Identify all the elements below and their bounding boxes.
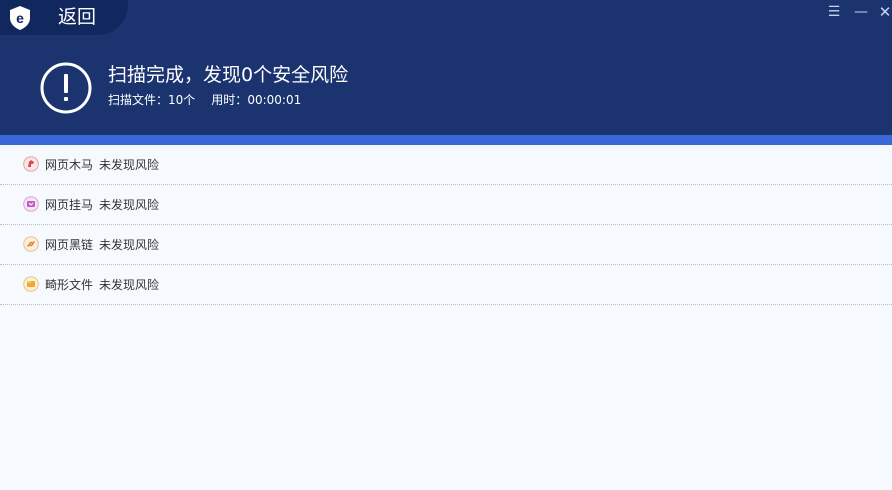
svg-text:e: e	[16, 10, 24, 26]
black-link-icon	[23, 236, 39, 252]
alert-icon	[40, 62, 92, 114]
list-item-hanging-horse: 网页挂马 未发现风险	[0, 185, 892, 225]
list-item-black-link: 网页黑链 未发现风险	[0, 225, 892, 265]
shield-logo-icon: e	[10, 6, 30, 30]
minimize-icon[interactable]: —	[851, 2, 871, 22]
scan-result-title: 扫描完成，发现0个安全风险	[108, 64, 349, 86]
item-status: 未发现风险	[99, 198, 160, 212]
back-tab[interactable]: e 返回	[0, 0, 128, 35]
back-button[interactable]: 返回	[58, 5, 96, 29]
item-name: 网页黑链	[45, 238, 94, 252]
close-icon[interactable]: ✕	[875, 2, 892, 22]
hanging-horse-icon	[23, 196, 39, 212]
item-status: 未发现风险	[99, 238, 160, 252]
trojan-icon	[23, 156, 39, 172]
header: e 返回 ☰ — ✕ 扫描完成，发现0个安全风险 扫描文件：10个 用时：00:0…	[0, 0, 892, 135]
elapsed-time-label: 用时：	[211, 93, 248, 107]
list-item-trojan: 网页木马 未发现风险	[0, 145, 892, 185]
elapsed-time-value: 00:00:01	[247, 93, 302, 107]
files-scanned-label: 扫描文件：	[108, 93, 169, 107]
scan-stats: 扫描文件：10个 用时：00:00:01	[108, 92, 301, 108]
files-scanned-value: 10个	[168, 93, 196, 107]
scan-result-list: 网页木马 未发现风险 网页挂马 未发现风险 网页黑链 未发现风险 畸形文件 未发现风险	[0, 145, 892, 305]
item-name: 网页木马	[45, 158, 94, 172]
item-status: 未发现风险	[99, 158, 160, 172]
menu-icon[interactable]: ☰	[824, 2, 844, 22]
item-status: 未发现风险	[99, 278, 160, 292]
list-item-malformed-file: 畸形文件 未发现风险	[0, 265, 892, 305]
item-name: 畸形文件	[45, 278, 94, 292]
accent-bar	[0, 135, 892, 145]
malformed-file-icon	[23, 276, 39, 292]
item-name: 网页挂马	[45, 198, 94, 212]
